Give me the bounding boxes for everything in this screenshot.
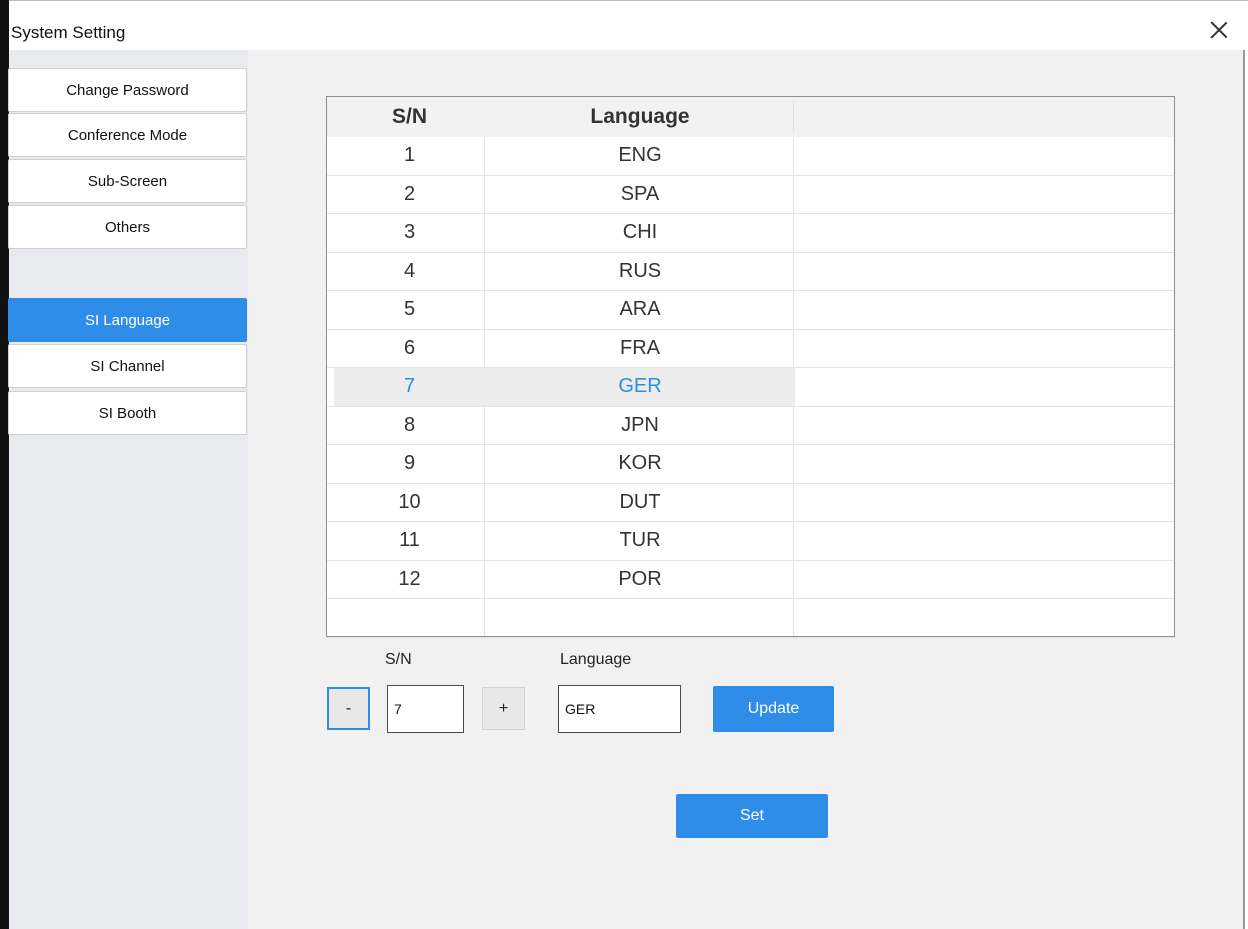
cell-sn: 8: [403, 413, 416, 436]
set-label: Set: [739, 807, 764, 824]
sidebar-item-label: SI Language: [84, 311, 171, 329]
cell-language: FRA: [620, 336, 660, 359]
table-row[interactable]: 10 DUT: [327, 484, 1174, 522]
table-row[interactable]: 11 TUR: [327, 522, 1174, 561]
cell-language: JPN: [621, 413, 659, 436]
cell-language: TUR: [619, 529, 661, 552]
table-row[interactable]: 9 KOR: [327, 445, 1174, 484]
table-row[interactable]: 4 RUS: [327, 253, 1174, 291]
sidebar-item-label: Conference Mode: [67, 126, 188, 144]
cell-language: ENG: [618, 144, 662, 167]
cell-sn: 1: [403, 144, 416, 167]
sidebar-item-label: Others: [104, 218, 150, 236]
table-header: S/N Language: [327, 97, 1174, 137]
cell-sn: 7: [403, 375, 416, 398]
cell-sn: 12: [398, 567, 421, 590]
column-divider: [793, 101, 794, 133]
window-title: System Setting: [11, 23, 126, 42]
cell-language: ARA: [619, 298, 661, 321]
cell-language: POR: [618, 567, 662, 590]
language-input[interactable]: [558, 685, 681, 733]
cell-sn: 4: [403, 259, 416, 282]
language-table: S/N Language 1 ENG 2 SPA 3 CHI 4 RUS 5 ARA 6 FRA 7 GE…: [326, 96, 1175, 638]
update-button[interactable]: Update: [713, 686, 834, 732]
set-button[interactable]: Set: [676, 794, 828, 838]
table-row[interactable]: 2 SPA: [327, 176, 1174, 214]
cell-sn: 6: [403, 336, 416, 359]
decrement-label: -: [345, 699, 352, 717]
cell-language: RUS: [618, 259, 662, 282]
language-label: Language: [560, 651, 632, 668]
sidebar-item-label: Sub-Screen: [87, 172, 168, 190]
sidebar-item-sub-screen[interactable]: Sub-Screen: [8, 159, 247, 203]
cell-sn: 10: [398, 490, 421, 513]
cell-sn: 3: [403, 221, 416, 244]
column-header-sn[interactable]: S/N: [334, 97, 485, 137]
sidebar-item-si-booth[interactable]: SI Booth: [8, 391, 247, 435]
increment-button[interactable]: +: [482, 687, 525, 730]
cell-sn: 2: [403, 182, 416, 205]
table-body: 1 ENG 2 SPA 3 CHI 4 RUS 5 ARA 6 FRA 7 GER 8 JPN 9 KOR 10 DU…: [327, 137, 1174, 638]
window-edge-right: [1243, 50, 1245, 929]
table-row[interactable]: 6 FRA: [327, 330, 1174, 368]
sidebar-item-label: Change Password: [66, 81, 189, 99]
sidebar-item-others[interactable]: Others: [8, 205, 247, 249]
cell-language: DUT: [619, 490, 661, 513]
close-icon[interactable]: [1208, 19, 1230, 41]
increment-label: +: [498, 699, 509, 717]
cell-sn: 5: [403, 298, 416, 321]
table-row[interactable]: 5 ARA: [327, 291, 1174, 330]
table-row[interactable]: 3 CHI: [327, 214, 1174, 253]
sidebar-item-si-language[interactable]: SI Language: [8, 298, 247, 342]
sidebar-item-si-channel[interactable]: SI Channel: [8, 344, 247, 388]
cell-language: KOR: [618, 452, 662, 475]
table-row[interactable]: 1 ENG: [327, 137, 1174, 176]
cell-language: CHI: [622, 221, 658, 244]
sidebar-item-conference-mode[interactable]: Conference Mode: [8, 113, 247, 157]
cell-language: SPA: [620, 182, 660, 205]
cell-sn: 9: [403, 452, 416, 475]
decrement-button[interactable]: -: [327, 687, 370, 730]
sidebar-item-label: SI Booth: [98, 404, 157, 422]
table-row[interactable]: 8 JPN: [327, 407, 1174, 445]
cell-language: GER: [618, 375, 662, 398]
cell-sn: 11: [399, 529, 420, 552]
sn-label: S/N: [385, 651, 412, 668]
table-row-empty: [327, 599, 1174, 638]
sidebar-item-label: SI Channel: [90, 357, 165, 375]
table-row[interactable]: 12 POR: [327, 561, 1174, 599]
title-bar: System Setting: [9, 0, 1248, 50]
column-header-language[interactable]: Language: [485, 97, 795, 137]
table-row[interactable]: 7 GER: [327, 368, 1174, 407]
sn-input[interactable]: [387, 685, 464, 733]
sidebar-item-change-password[interactable]: Change Password: [8, 68, 247, 112]
update-label: Update: [747, 700, 800, 717]
